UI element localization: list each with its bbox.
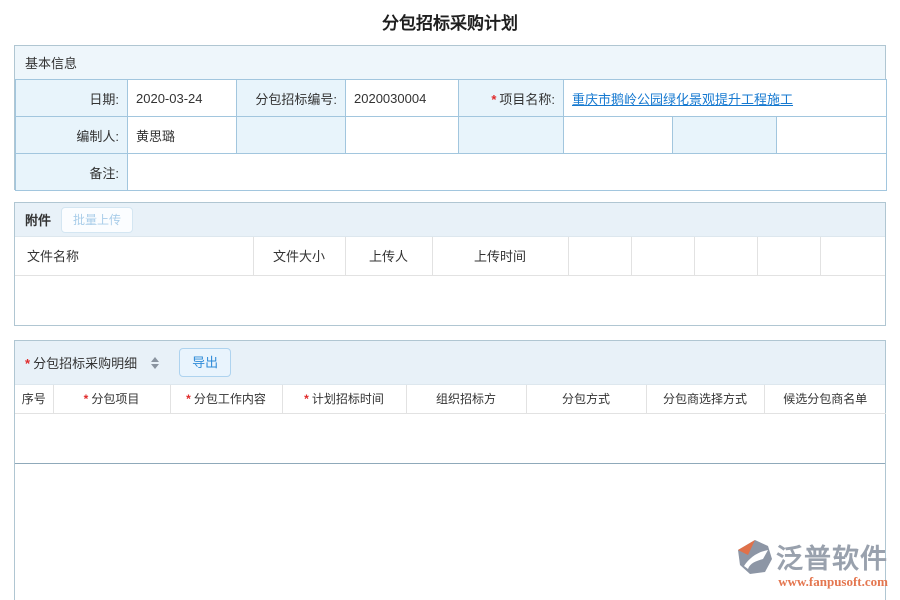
- empty-value-cell: [564, 117, 673, 154]
- empty-label-cell: [673, 117, 777, 154]
- remark-label: 备注:: [16, 154, 128, 191]
- empty-value-cell: [346, 117, 459, 154]
- detail-title: *分包招标采购明细: [25, 353, 137, 372]
- attachments-table: 文件名称 文件大小 上传人 上传时间: [15, 237, 885, 276]
- empty-label-cell: [237, 117, 346, 154]
- bid-no-label: 分包招标编号:: [237, 80, 346, 117]
- vendor-url: www.fanpusoft.com: [778, 574, 888, 590]
- basic-info-row-2: 编制人: 黄思璐: [16, 117, 887, 154]
- attachments-section: 附件 批量上传 文件名称 文件大小 上传人 上传时间: [14, 202, 886, 326]
- fanpu-logo-icon: [737, 539, 773, 575]
- basic-info-row-3: 备注:: [16, 154, 887, 191]
- attachments-header: 附件 批量上传: [15, 203, 885, 237]
- col-subcontract-method: 分包方式: [526, 385, 646, 413]
- project-name-link[interactable]: 重庆市鹅岭公园绿化景观提升工程施工: [572, 92, 793, 107]
- remark-value: [128, 154, 887, 191]
- project-name-label: *项目名称:: [459, 80, 564, 117]
- col-planned-bid-time: *计划招标时间: [282, 385, 406, 413]
- sort-icon[interactable]: [151, 357, 159, 369]
- required-mark: *: [304, 392, 309, 406]
- detail-header: *分包招标采购明细 导出: [15, 341, 885, 385]
- col-candidate-list: 候选分包商名单: [764, 385, 886, 413]
- col-bid-organizer: 组织招标方: [406, 385, 526, 413]
- project-name-cell: 重庆市鹅岭公园绿化景观提升工程施工: [564, 80, 887, 117]
- detail-empty-row: [15, 414, 885, 464]
- basic-info-grid: 日期: 2020-03-24 分包招标编号: 2020030004 *项目名称:…: [15, 79, 887, 191]
- required-mark: *: [186, 392, 191, 406]
- col-file-size: 文件大小: [253, 237, 345, 275]
- col-empty: [568, 237, 631, 275]
- required-mark: *: [84, 392, 89, 406]
- col-seq: 序号: [15, 385, 53, 413]
- attachments-title: 附件: [25, 210, 51, 229]
- export-button[interactable]: 导出: [179, 348, 231, 377]
- basic-info-row-1: 日期: 2020-03-24 分包招标编号: 2020030004 *项目名称:…: [16, 80, 887, 117]
- vendor-name: 泛普软件: [776, 537, 888, 576]
- col-empty: [820, 237, 885, 275]
- author-label: 编制人:: [16, 117, 128, 154]
- detail-header-row: 序号 *分包项目 *分包工作内容 *计划招标时间 组织招标方 分包方式 分包商选…: [15, 385, 886, 413]
- col-empty: [694, 237, 757, 275]
- col-upload-time: 上传时间: [432, 237, 568, 275]
- bid-no-value: 2020030004: [346, 80, 459, 117]
- basic-info-section: 基本信息 日期: 2020-03-24 分包招标编号: 2020030004 *…: [14, 45, 886, 190]
- date-value: 2020-03-24: [128, 80, 237, 117]
- date-label: 日期:: [16, 80, 128, 117]
- detail-table: 序号 *分包项目 *分包工作内容 *计划招标时间 组织招标方 分包方式 分包商选…: [15, 385, 886, 414]
- col-empty: [757, 237, 820, 275]
- basic-info-title: 基本信息: [25, 53, 77, 72]
- vendor-logo: 泛普软件 www.fanpusoft.com: [737, 537, 888, 590]
- author-value: 黄思璐: [128, 117, 237, 154]
- page-title: 分包招标采购计划: [0, 9, 900, 34]
- basic-info-header: 基本信息: [15, 46, 885, 79]
- col-selection-method: 分包商选择方式: [646, 385, 764, 413]
- attachments-header-row: 文件名称 文件大小 上传人 上传时间: [15, 237, 885, 275]
- required-mark: *: [25, 356, 30, 371]
- empty-label-cell: [459, 117, 564, 154]
- empty-value-cell: [777, 117, 887, 154]
- col-file-name: 文件名称: [15, 237, 253, 275]
- col-work-content: *分包工作内容: [170, 385, 282, 413]
- col-uploader: 上传人: [345, 237, 432, 275]
- col-empty: [631, 237, 694, 275]
- batch-upload-button[interactable]: 批量上传: [61, 207, 133, 233]
- col-subcontract-item: *分包项目: [53, 385, 170, 413]
- required-mark: *: [491, 92, 496, 107]
